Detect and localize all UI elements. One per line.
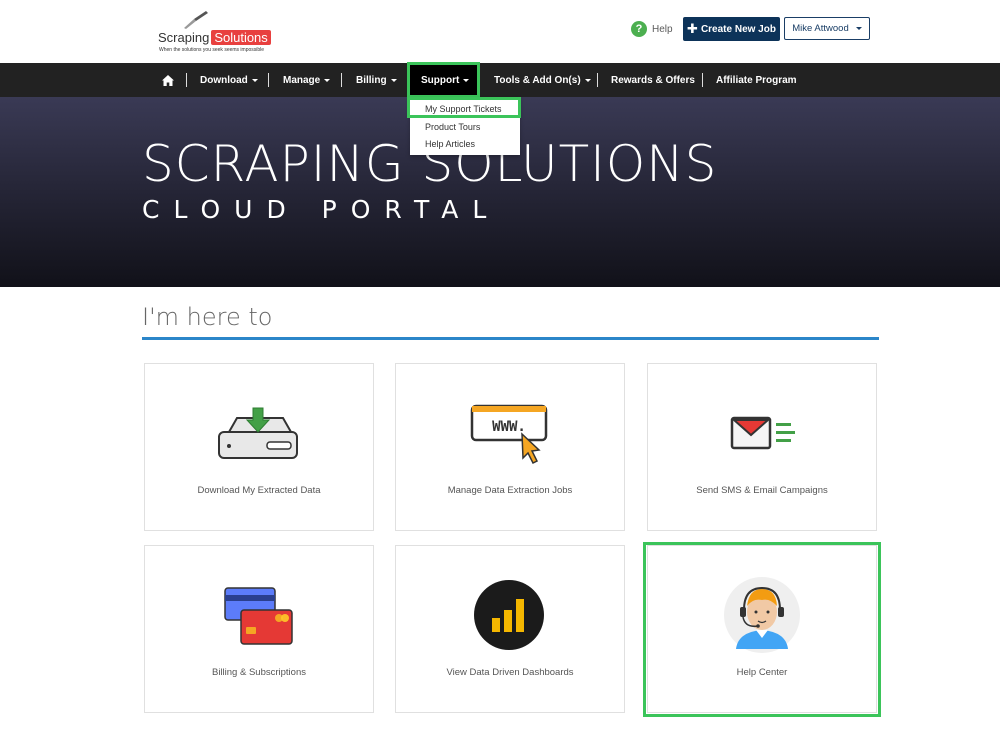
nav-affiliate[interactable]: Affiliate Program [716,63,797,97]
card-label: Billing & Subscriptions [212,667,306,678]
chevron-down-icon [390,78,397,82]
card-download-data[interactable]: Download My Extracted Data [144,363,374,531]
top-header: Scraping Solutions When the solutions you… [0,0,1000,63]
home-icon [162,74,174,86]
nav-download-label: Download [200,74,248,86]
nav-affiliate-label: Affiliate Program [716,74,797,86]
nav-divider [341,73,342,87]
www-cursor-icon: WWW. [470,404,548,465]
card-sms-email[interactable]: Send SMS & Email Campaigns [647,363,877,531]
card-label: Download My Extracted Data [197,485,321,496]
nav-rewards[interactable]: Rewards & Offers [611,63,695,97]
card-label: Manage Data Extraction Jobs [447,485,573,496]
nav-rewards-label: Rewards & Offers [611,74,695,86]
nav-divider [702,73,703,87]
nav-manage[interactable]: Manage [283,63,331,97]
logo[interactable]: Scraping Solutions When the solutions you… [158,10,283,56]
scraper-knife-icon [184,11,208,29]
logo-brand-part1: Scraping [158,30,210,45]
question-circle-icon: ? [631,21,647,37]
card-manage-jobs[interactable]: WWW. Manage Data Extraction Jobs [395,363,625,531]
card-dashboards[interactable]: View Data Driven Dashboards [395,545,625,713]
hero-subtitle: CLOUD PORTAL [142,195,501,224]
help-label: Help [652,23,673,35]
nav-billing[interactable]: Billing [356,63,397,97]
main-navbar: Download Manage Billing Support Tools & … [0,63,1000,97]
dropdown-item-label: Product Tours [425,121,481,132]
support-highlight-box [407,62,480,98]
create-new-job-label: Create New Job [700,23,776,35]
card-label: Send SMS & Email Campaigns [696,485,828,496]
help-link[interactable]: ? Help [631,21,673,37]
nav-tools-label: Tools & Add On(s) [494,74,581,86]
nav-divider [597,73,598,87]
nav-divider [186,73,187,87]
logo-brand-part2: Solutions [211,30,271,45]
email-icon [730,416,795,450]
section-divider [142,337,879,340]
chevron-down-icon [584,78,591,82]
card-label: View Data Driven Dashboards [446,667,574,678]
card-billing[interactable]: Billing & Subscriptions [144,545,374,713]
user-menu-button[interactable]: Mike Attwood [784,17,870,40]
create-new-job-button[interactable]: ✚ Create New Job [683,17,780,41]
svg-text:WWW.: WWW. [492,419,526,435]
section-title: I'm here to [142,303,273,331]
nav-download[interactable]: Download [200,63,258,97]
dropdown-item-label: Help Articles [425,138,476,149]
nav-tools[interactable]: Tools & Add On(s) [494,63,591,97]
logo-tagline: When the solutions you seek seems imposs… [159,47,265,53]
plus-icon: ✚ [687,21,698,36]
tickets-highlight-box [407,97,521,118]
credit-cards-icon [224,587,293,645]
user-name: Mike Attwood [792,23,849,34]
dropdown-item-help-articles[interactable]: Help Articles [410,135,520,152]
dropdown-item-product-tours[interactable]: Product Tours [410,118,520,135]
nav-home[interactable] [162,63,174,97]
download-drive-icon [218,407,298,459]
chevron-down-icon [855,27,862,30]
help-center-highlight-box [643,542,881,717]
bar-chart-icon [474,580,544,650]
nav-divider [268,73,269,87]
chevron-down-icon [324,78,331,82]
nav-billing-label: Billing [356,74,387,86]
nav-manage-label: Manage [283,74,321,86]
chevron-down-icon [251,78,258,82]
